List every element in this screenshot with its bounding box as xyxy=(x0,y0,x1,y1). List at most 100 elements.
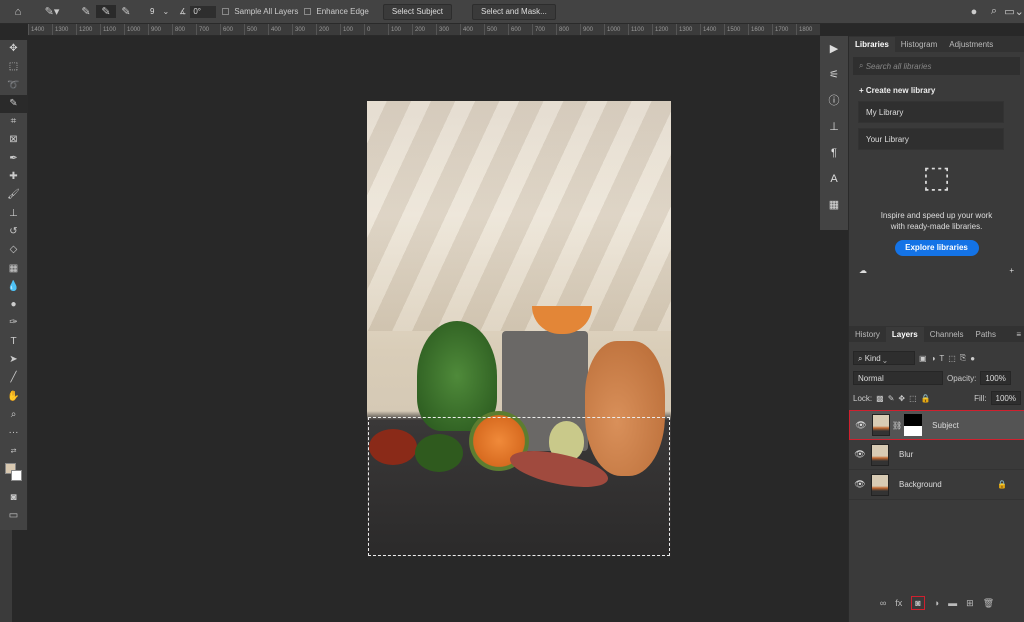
create-library-button[interactable]: + Create new library xyxy=(849,80,1024,101)
dodge-tool-icon[interactable]: ● xyxy=(0,296,27,314)
chevron-down-icon[interactable]: ⌄ xyxy=(162,7,169,16)
filter-kind-select[interactable]: ⌕ Kind ⌄ xyxy=(853,351,915,365)
frame-tool-icon[interactable]: ⊠ xyxy=(0,131,27,149)
lock-artboard-icon[interactable]: ⬚ xyxy=(909,394,917,403)
new-selection-icon[interactable]: ✎ xyxy=(76,5,96,18)
background-color[interactable] xyxy=(11,469,22,481)
layer-row-background[interactable]: 👁 Background 🔒 xyxy=(849,470,1024,500)
library-item[interactable]: Your Library xyxy=(858,128,1004,150)
new-layer-icon[interactable]: ⊞ xyxy=(966,598,974,609)
filter-shape-icon[interactable]: ⬚ xyxy=(948,354,956,363)
hand-tool-icon[interactable]: ✋ xyxy=(0,388,27,406)
move-tool-icon[interactable]: ✥ xyxy=(0,40,27,58)
tab-channels[interactable]: Channels xyxy=(924,327,970,342)
color-swatches[interactable] xyxy=(0,461,27,489)
filter-pixel-icon[interactable]: ▣ xyxy=(919,354,927,363)
path-selection-icon[interactable]: ➤ xyxy=(0,351,27,369)
adjustment-layer-icon[interactable]: ◑ xyxy=(934,598,939,608)
home-icon[interactable]: ⌂ xyxy=(8,6,28,18)
ruler-tick: 1400 xyxy=(700,24,724,35)
ruler-tick: 100 xyxy=(388,24,412,35)
filter-smart-icon[interactable]: ⎘ xyxy=(960,353,966,363)
user-icon[interactable]: ● xyxy=(964,6,984,18)
document-canvas[interactable] xyxy=(367,101,671,557)
properties-icon[interactable]: ⚟ xyxy=(820,62,848,88)
filter-type-icon[interactable]: T xyxy=(939,354,944,363)
paragraph-icon[interactable]: ¶ xyxy=(820,140,848,166)
eye-icon[interactable]: 👁 xyxy=(849,449,871,460)
fx-icon[interactable]: fx xyxy=(895,598,902,608)
more-tools-icon[interactable]: ··· xyxy=(0,424,27,442)
marquee-tool-icon[interactable]: ⬚ xyxy=(0,58,27,76)
layer-mask-thumbnail[interactable] xyxy=(904,414,923,436)
workspace-icon[interactable]: ▭⌄ xyxy=(1004,5,1024,18)
brush-size[interactable]: 9 xyxy=(150,7,154,16)
crop-tool-icon[interactable]: ⌗ xyxy=(0,113,27,131)
layer-row-blur[interactable]: 👁 Blur xyxy=(849,440,1024,470)
info-icon[interactable]: ⓘ xyxy=(820,88,848,114)
zoom-tool-icon[interactable]: ⌕ xyxy=(0,406,27,424)
ruler-tick: 200 xyxy=(412,24,436,35)
gradient-tool-icon[interactable]: ▦ xyxy=(0,260,27,278)
type-tool-icon[interactable]: T xyxy=(0,333,27,351)
tab-histogram[interactable]: Histogram xyxy=(895,37,943,52)
stamp-tool-icon[interactable]: ⊥ xyxy=(0,205,27,223)
play-icon[interactable]: ▶ xyxy=(820,36,848,62)
add-mask-icon[interactable]: ◙ xyxy=(911,596,925,610)
explore-libraries-button[interactable]: Explore libraries xyxy=(894,240,979,256)
quick-mask-icon[interactable]: ◙ xyxy=(0,489,27,507)
tab-layers[interactable]: Layers xyxy=(885,327,924,342)
lock-position-icon[interactable]: ✥ xyxy=(898,394,905,403)
eye-icon[interactable]: 👁 xyxy=(850,420,872,431)
ruler-tick: 300 xyxy=(292,24,316,35)
enhance-edge-checkbox[interactable] xyxy=(304,8,312,15)
table-icon[interactable]: ▦ xyxy=(820,192,848,218)
stamp-icon[interactable]: ⊥ xyxy=(820,114,848,140)
ruler-tick: 1200 xyxy=(652,24,676,35)
glyphs-icon[interactable]: A xyxy=(820,166,848,192)
library-search[interactable]: ⌕ Search all libraries xyxy=(853,57,1020,75)
pen-tool-icon[interactable]: ✑ xyxy=(0,314,27,332)
opacity-input[interactable]: 100% xyxy=(980,371,1011,385)
tab-history[interactable]: History xyxy=(849,327,886,342)
line-tool-icon[interactable]: ╱ xyxy=(0,369,27,387)
lock-paint-icon[interactable]: ✎ xyxy=(888,394,895,403)
group-icon[interactable]: ▬ xyxy=(948,598,957,608)
search-icon[interactable]: ⌕ xyxy=(984,5,1004,18)
lasso-tool-icon[interactable]: ➰ xyxy=(0,77,27,95)
trash-icon[interactable]: 🗑 xyxy=(983,598,994,609)
blend-mode-select[interactable]: Normal xyxy=(853,371,943,385)
blur-tool-icon[interactable]: 💧 xyxy=(0,278,27,296)
layer-row-subject[interactable]: 👁 ⛓ Subject xyxy=(849,410,1024,440)
healing-tool-icon[interactable]: ✚ xyxy=(0,168,27,186)
filter-adjustment-icon[interactable]: ◑ xyxy=(931,354,936,363)
history-brush-icon[interactable]: ↺ xyxy=(0,223,27,241)
eye-icon[interactable]: 👁 xyxy=(849,479,871,490)
sample-all-layers-checkbox[interactable] xyxy=(222,8,230,15)
panel-menu-icon[interactable]: ≡ xyxy=(1012,327,1024,342)
lock-pixels-icon[interactable]: ▩ xyxy=(876,394,884,403)
subtract-selection-icon[interactable]: ✎ xyxy=(116,5,136,18)
brush-tool-icon[interactable]: 🖌 xyxy=(0,186,27,204)
angle-input[interactable]: 0° xyxy=(190,5,217,18)
lock-all-icon[interactable]: 🔒 xyxy=(921,394,931,403)
eyedropper-tool-icon[interactable]: ✒ xyxy=(0,150,27,168)
fill-input[interactable]: 100% xyxy=(990,391,1021,405)
add-icon[interactable]: + xyxy=(1009,266,1014,275)
tab-adjustments[interactable]: Adjustments xyxy=(943,37,999,52)
quick-selection-tool-icon[interactable]: ✎ xyxy=(0,94,27,114)
add-selection-icon[interactable]: ✎ xyxy=(96,5,116,18)
select-and-mask-button[interactable]: Select and Mask... xyxy=(472,3,556,20)
link-layers-icon[interactable]: ∞ xyxy=(880,598,886,608)
filter-toggle[interactable]: ● xyxy=(970,354,975,363)
swap-colors-icon[interactable]: ⇄ xyxy=(0,443,27,461)
tab-paths[interactable]: Paths xyxy=(970,327,1002,342)
ruler-tick: 200 xyxy=(316,24,340,35)
ruler-tick: 800 xyxy=(172,24,196,35)
tab-libraries[interactable]: Libraries xyxy=(849,37,895,52)
select-subject-button[interactable]: Select Subject xyxy=(382,3,452,20)
eraser-tool-icon[interactable]: ◇ xyxy=(0,241,27,259)
screen-mode-icon[interactable]: ▭ xyxy=(0,507,27,525)
quick-selection-preset-icon[interactable]: ✎▾ xyxy=(42,5,62,18)
library-item[interactable]: My Library xyxy=(858,101,1004,123)
